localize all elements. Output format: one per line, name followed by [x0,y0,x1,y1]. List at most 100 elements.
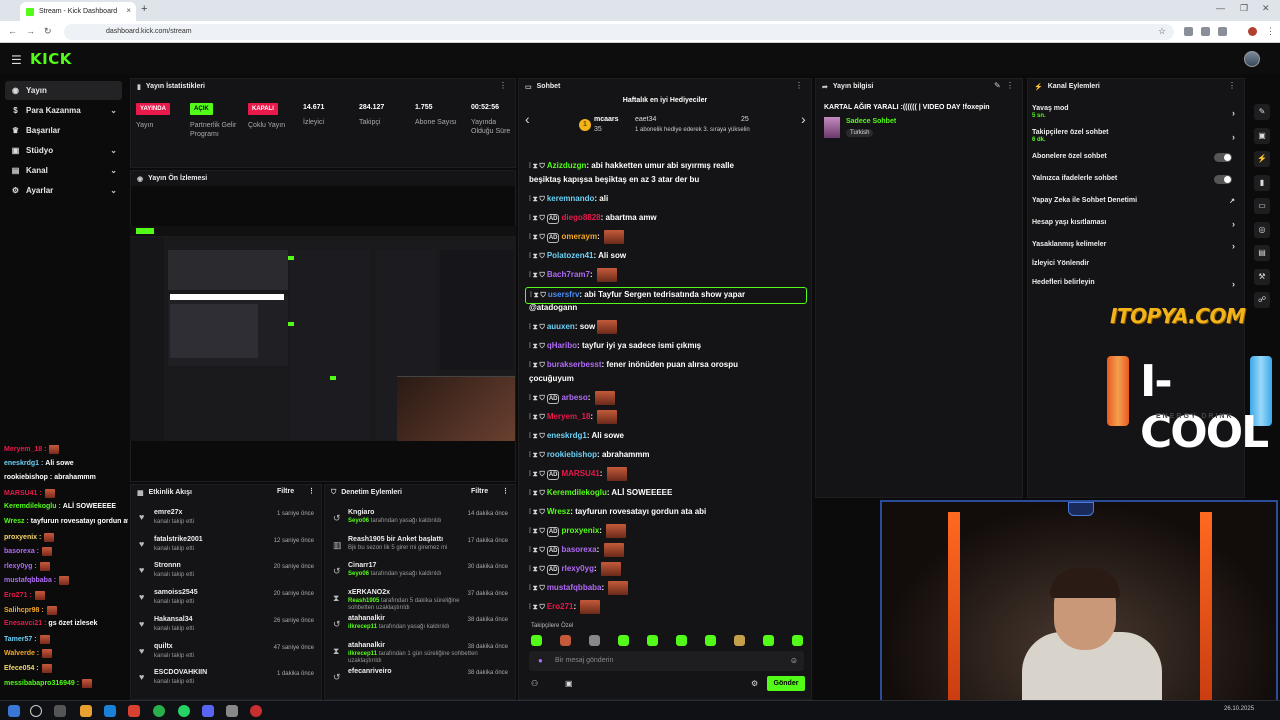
more-options-icon[interactable]: ⋮ [795,81,803,90]
emote-icon[interactable] [705,635,716,646]
reload-icon[interactable]: ↻ [44,26,52,37]
list-item[interactable]: ↺ Kngiaro Seyo06 tarafından yasağı kaldırı… [330,508,514,534]
chat-message[interactable]: ⫶ ⧗ ⛉ Polatozen41: Ali sow [529,249,805,264]
gifters-next-button[interactable]: › [801,111,806,127]
mic-icon[interactable]: ● [538,656,543,665]
chat-username[interactable]: diego8828 [561,213,600,222]
channel-action-6[interactable]: Yasaklanmış kelimeler › [1032,241,1240,251]
emote-icon[interactable] [589,635,600,646]
sidebar-item-st-dyo[interactable]: ▣ Stüdyo ⌄ [5,141,122,160]
chevron-down-icon[interactable]: ⌄ [110,166,117,175]
chat-input[interactable]: ● Bir mesaj gönderin ☺ [529,651,804,671]
list-item[interactable]: ♥ Stronnn kanalı takip etti 20 saniye önce [136,560,320,586]
url-input[interactable]: dashboard.kick.com/stream [64,24,1174,40]
channel-action-7[interactable]: İzleyici Yönlendir [1032,260,1240,267]
pin-icon[interactable]: ⫶ ⧗ ⛉ [529,490,545,497]
pin-icon[interactable]: ⫶ ⧗ ⛉ [529,395,545,402]
quick-action-icon[interactable]: ⚡ [1254,151,1270,167]
chat-username[interactable]: MARSU41 [561,469,599,478]
channel-action-3[interactable]: Yalnızca ifadelerle sohbet [1032,175,1240,184]
quick-action-icon[interactable]: ✎ [1254,104,1270,120]
browser-tab[interactable]: Stream - Kick Dashboard × [20,2,136,21]
kick-logo[interactable]: KICK [30,50,72,68]
activity-filter-button[interactable]: Filtre [277,488,294,495]
chat-username[interactable]: burakserbesst [547,360,602,369]
chat-message[interactable]: ⫶ ⧗ ⛉ AD diego8828: abartma amw [529,211,805,226]
pin-icon[interactable]: ⫶ ⧗ ⛉ [529,547,545,554]
chevron-right-icon[interactable]: › [1232,132,1235,142]
pin-icon[interactable]: ⫶ ⧗ ⛉ [529,343,545,350]
quick-action-icon[interactable]: ☍ [1254,292,1270,308]
pin-icon[interactable]: ⫶ ⧗ ⛉ [529,566,545,573]
pin-icon[interactable]: ⫶ ⧗ ⛉ [529,604,545,611]
list-item[interactable]: ↺ efecanriveiro 38 dakika önce [330,667,514,693]
pin-icon[interactable]: ⫶ ⧗ ⛉ [529,585,545,592]
chat-username[interactable]: proxyenix [561,526,599,535]
sidebar-item-ba-ar-lar[interactable]: ♛ Başarılar [5,121,122,140]
maximize-icon[interactable]: ❐ [1240,3,1248,14]
avatar[interactable] [1244,51,1260,67]
chat-message[interactable]: ⫶ ⧗ ⛉ keremnando: ali [529,192,805,207]
external-link-icon[interactable]: ↗ [1229,197,1235,205]
settings-icon[interactable] [226,705,238,717]
pin-icon[interactable]: ⫶ ⧗ ⛉ [529,163,545,170]
chat-username[interactable]: keremnando [547,194,595,203]
stream-category[interactable]: Sadece Sohbet [846,118,896,125]
chat-message[interactable]: ⫶ ⧗ ⛉ mustafqbbaba: [529,581,805,596]
emote-icon[interactable] [763,635,774,646]
chat-message[interactable]: ⫶ ⧗ ⛉ AD MARSU41: [529,467,805,482]
chevron-down-icon[interactable]: ⌄ [110,106,117,115]
quick-action-icon[interactable]: ▤ [1254,245,1270,261]
chat-username[interactable]: rookiebishop [547,450,597,459]
chat-username[interactable]: eneskrdg1 [547,431,587,440]
list-item[interactable]: ▥ Reash1905 bir Anket başlattı Bjk bu sezo… [330,535,514,561]
emote-icon[interactable] [792,635,803,646]
chevron-down-icon[interactable]: ⌄ [110,186,117,195]
new-tab-button[interactable]: + [141,3,147,15]
more-options-icon[interactable]: ⋮ [1006,81,1014,90]
chat-username[interactable]: arbeso [561,393,587,402]
list-item[interactable]: ♥ emre27x kanalı takip etti 1 saniye önce [136,507,320,533]
chat-message[interactable]: ⫶ ⧗ ⛉ Azizduzgn: abi hakketten umur abi s… [529,159,805,174]
extension-icon[interactable] [1218,27,1227,36]
chat-message[interactable]: ⫶ ⧗ ⛉ burakserbesst: fener inönüden puan … [529,358,805,373]
discord-icon[interactable] [202,705,214,717]
list-item[interactable]: ♥ samoiss2545 kanalı takip etti 20 saniye ö… [136,587,320,613]
task-view-icon[interactable] [54,705,66,717]
search-icon[interactable] [30,705,42,717]
whatsapp-icon[interactable] [178,705,190,717]
chat-username[interactable]: Keremdilekoglu [547,488,607,497]
moderation-filter-button[interactable]: Filtre [471,488,488,495]
chevron-down-icon[interactable]: ⌄ [110,146,117,155]
channel-action-5[interactable]: Hesap yaşı kısıtlaması › [1032,219,1240,229]
chat-username[interactable]: qHaribo [547,341,577,350]
chat-message[interactable]: ⫶ ⧗ ⛉ auuxen: sow [529,320,805,335]
app-icon[interactable] [104,705,116,717]
pin-icon[interactable]: ⫶ ⧗ ⛉ [529,272,545,279]
channel-action-2[interactable]: Abonelere özel sohbet [1032,153,1240,162]
list-item[interactable]: ♥ quiltx kanalı takip etti 47 saniye önce [136,641,320,667]
profile-icon[interactable] [1248,27,1257,36]
chat-username[interactable]: Meryem_18 [547,412,591,421]
list-item[interactable]: ♥ ESCDOVAHKIIN kanalı takip etti 1 dakika ö… [136,667,320,693]
obs-icon[interactable] [250,705,262,717]
chrome-icon[interactable] [153,705,165,717]
chat-message[interactable]: ⫶ ⧗ ⛉ qHaribo: tayfur iyi ya sadece ismi … [529,339,805,354]
pin-icon[interactable]: ⫶ ⧗ ⛉ [529,253,545,260]
app-icon[interactable] [128,705,140,717]
quick-action-icon[interactable]: ⚒ [1254,268,1270,285]
chevron-right-icon[interactable]: › [1232,219,1235,229]
pin-icon[interactable]: ⫶ ⧗ ⛉ [529,234,545,241]
pin-icon[interactable]: ⫶ ⧗ ⛉ [530,292,546,299]
sidebar-item-yay-n[interactable]: ◉ Yayın [5,81,122,100]
pin-icon[interactable]: ⫶ ⧗ ⛉ [529,471,545,478]
chat-username[interactable]: Ero271 [547,602,574,611]
app-icon[interactable] [80,705,92,717]
chat-message[interactable]: ⫶ ⧗ ⛉ Bach7ram7: [529,268,805,283]
channel-action-0[interactable]: Yavaş mod 5 sn. › [1032,105,1240,119]
chat-username[interactable]: Bach7ram7 [547,270,590,279]
quick-action-icon[interactable]: ◎ [1254,221,1270,238]
pin-icon[interactable]: ⫶ ⧗ ⛉ [529,528,545,535]
pin-icon[interactable]: ⫶ ⧗ ⛉ [529,509,545,516]
emote-icon[interactable] [676,635,687,646]
